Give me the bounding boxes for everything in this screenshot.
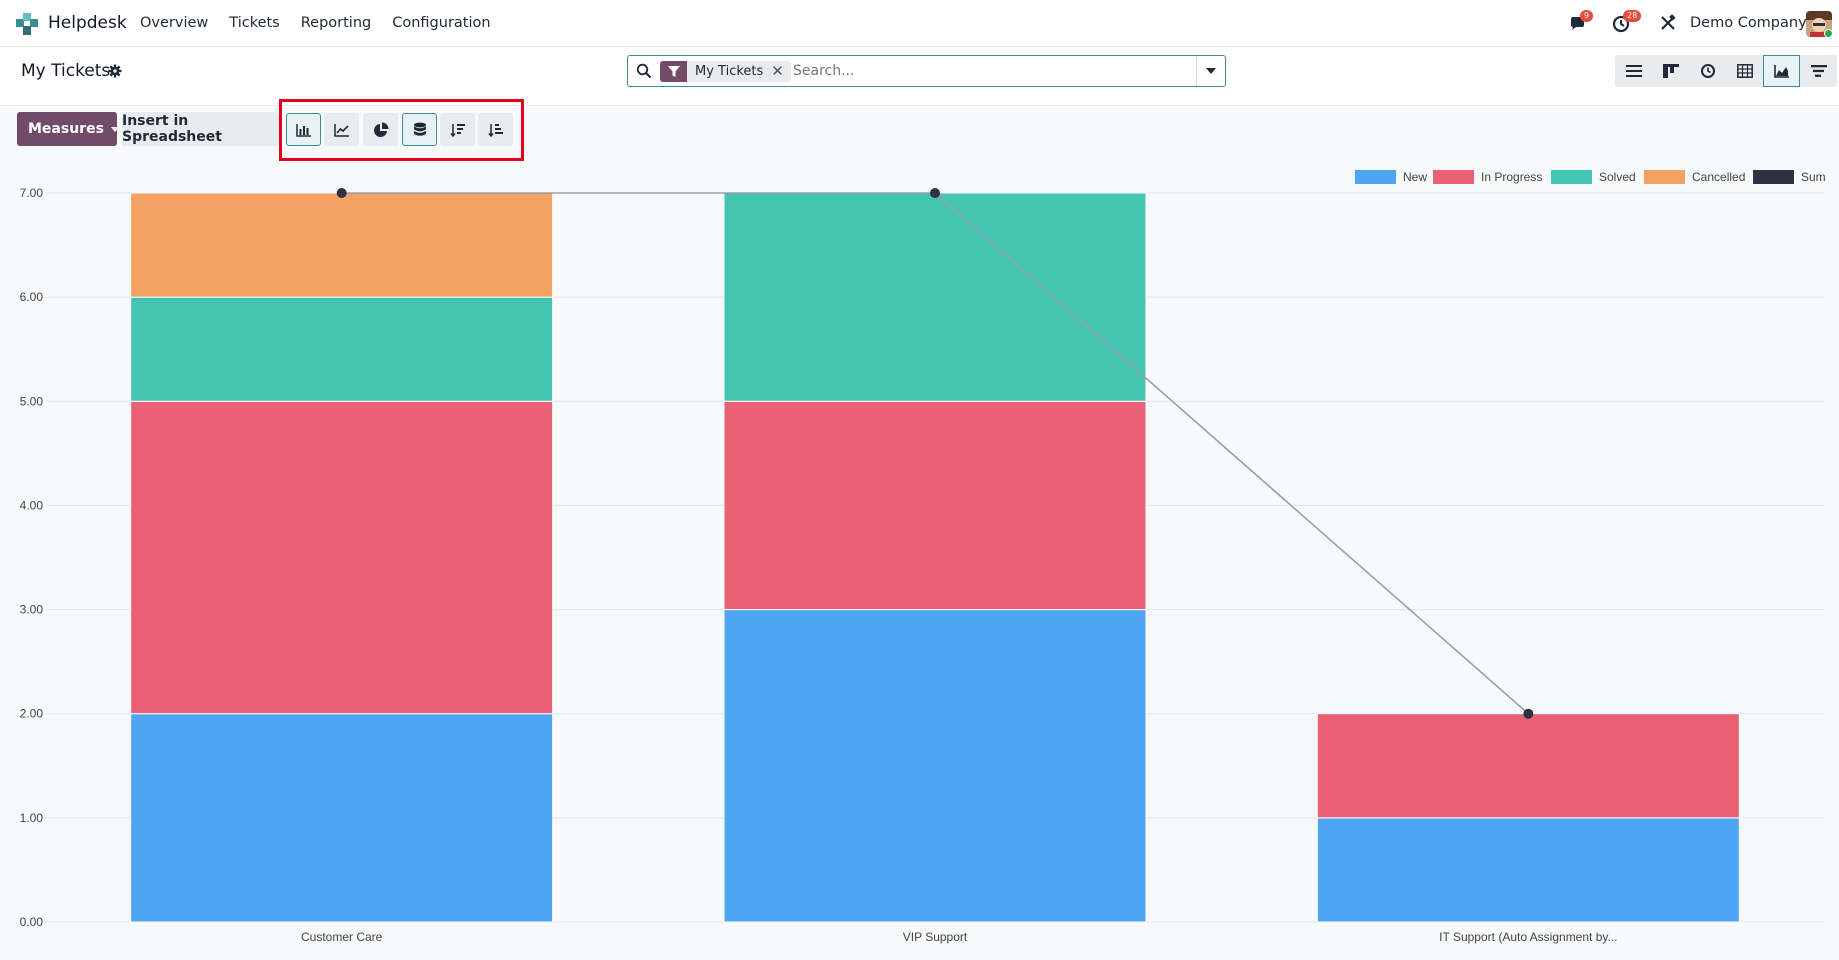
legend-item-in-progress[interactable]: In Progress [1433, 170, 1542, 184]
graph-view-area [0, 107, 1839, 960]
legend-label-sum: Sum [1801, 170, 1826, 184]
legend-swatch-sum [1753, 170, 1794, 184]
main-menu: Overview Tickets Reporting Configuration [140, 15, 512, 31]
measures-dropdown-button[interactable]: Measures [17, 112, 119, 146]
list-view-button[interactable] [1615, 55, 1652, 87]
legend-swatch-new [1355, 170, 1396, 184]
legend-item-solved[interactable]: Solved [1551, 170, 1636, 184]
filter-icon [660, 61, 687, 82]
bar-chart-button[interactable] [286, 113, 321, 146]
legend-item-new[interactable]: New [1355, 170, 1427, 184]
legend-swatch-in-progress [1433, 170, 1474, 184]
list-icon [1625, 65, 1642, 77]
company-switcher[interactable]: Demo Company [1690, 15, 1807, 31]
pie-chart-button[interactable] [363, 113, 398, 146]
app-name[interactable]: Helpdesk [48, 13, 127, 33]
sort-ascending-icon [487, 123, 503, 137]
activities-count-badge: 28 [1623, 10, 1642, 22]
pie-chart-icon [373, 122, 388, 137]
search-options-toggle[interactable] [1196, 56, 1225, 86]
remove-facet-close-icon[interactable]: ✕ [771, 61, 791, 82]
database-stack-icon [413, 122, 426, 136]
menu-item-overview[interactable]: Overview [140, 15, 208, 31]
menu-item-tickets[interactable]: Tickets [229, 15, 279, 31]
gantt-view-button[interactable] [1800, 55, 1837, 87]
debug-tools-button[interactable] [1659, 14, 1679, 34]
view-switcher [1615, 55, 1837, 87]
legend-label-new: New [1403, 170, 1428, 184]
measures-label: Measures [28, 121, 104, 137]
messages-count-badge: 9 [1580, 10, 1594, 22]
menu-item-reporting[interactable]: Reporting [301, 15, 372, 31]
activities-button[interactable]: 28 [1612, 10, 1642, 34]
activity-view-button[interactable] [1689, 55, 1726, 87]
graph-view-button[interactable] [1763, 55, 1800, 87]
caret-down-icon [1206, 68, 1216, 74]
messages-button[interactable]: 9 [1568, 10, 1594, 34]
clock-icon [1700, 64, 1715, 78]
legend-swatch-solved [1551, 170, 1592, 184]
search-input[interactable] [793, 60, 1173, 82]
line-chart-icon [333, 123, 349, 137]
filter-facet: My Tickets ✕ [660, 61, 791, 82]
helpdesk-logo-icon[interactable] [16, 13, 38, 35]
legend-item-sum[interactable]: Sum [1753, 170, 1826, 184]
area-chart-icon [1773, 65, 1789, 78]
filter-facet-label: My Tickets [695, 64, 764, 79]
table-icon [1736, 64, 1753, 78]
kanban-view-button[interactable] [1652, 55, 1689, 87]
stacked-toggle-button[interactable] [402, 113, 437, 146]
caret-down-icon [110, 126, 119, 132]
tools-icon [1661, 14, 1676, 30]
online-status-dot [1824, 29, 1832, 37]
line-chart-button[interactable] [324, 113, 359, 146]
sort-descending-button[interactable] [440, 113, 475, 146]
user-avatar[interactable] [1806, 11, 1832, 37]
legend-label-solved: Solved [1599, 170, 1636, 184]
bar-chart-icon [295, 123, 311, 137]
legend-swatch-cancelled [1644, 170, 1685, 184]
page-title: My Tickets [21, 61, 111, 81]
legend-item-cancelled[interactable]: Cancelled [1644, 170, 1745, 184]
pivot-view-button[interactable] [1726, 55, 1763, 87]
menu-item-configuration[interactable]: Configuration [392, 15, 490, 31]
gear-icon[interactable] [108, 64, 122, 78]
search-icon[interactable] [636, 63, 652, 79]
search-bar: My Tickets ✕ [627, 55, 1226, 87]
sort-descending-icon [449, 123, 465, 137]
gantt-icon [1810, 65, 1827, 77]
legend-label-cancelled: Cancelled [1692, 170, 1746, 184]
top-navbar: Helpdesk Overview Tickets Reporting Conf… [0, 0, 1839, 47]
kanban-icon [1662, 64, 1679, 78]
insert-in-spreadsheet-button[interactable]: Insert in Spreadsheet [122, 112, 279, 146]
legend-label-in-progress: In Progress [1481, 170, 1543, 184]
sort-ascending-button[interactable] [478, 113, 513, 146]
